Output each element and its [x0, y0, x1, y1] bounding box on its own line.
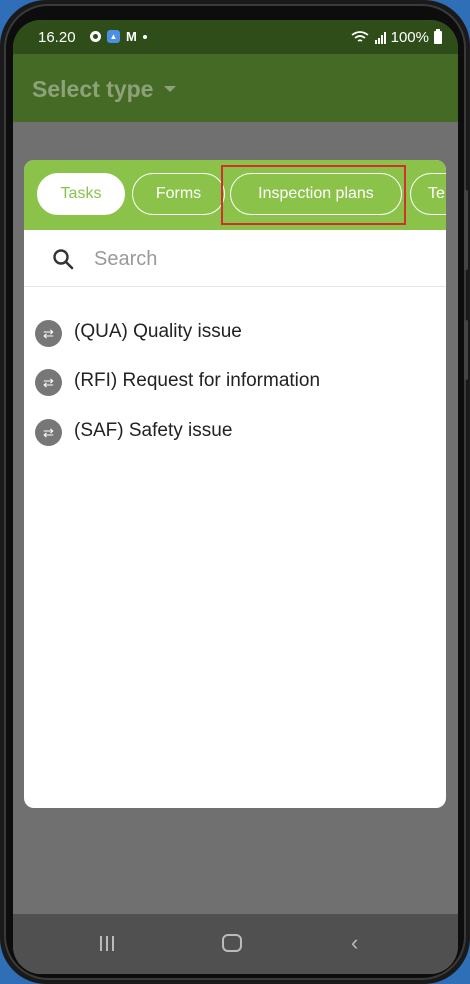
select-type-dropdown[interactable]: Select type — [32, 76, 153, 103]
swap-icon: ⇄ — [35, 419, 62, 446]
app-notification-icon: ▲ — [107, 30, 120, 43]
search-input[interactable] — [94, 246, 424, 272]
item-label: (SAF) Safety issue — [74, 420, 233, 441]
signal-icon — [374, 31, 386, 44]
wifi-icon — [351, 31, 369, 42]
screen: 16.20 ▲ M 100% Select type Tasks Forms I… — [13, 20, 458, 974]
status-bar: 16.20 ▲ M 100% — [13, 20, 458, 54]
phone-shell: 16.20 ▲ M 100% Select type Tasks Forms I… — [0, 0, 470, 984]
battery-text: 100% — [390, 29, 429, 46]
search-row — [24, 230, 446, 287]
swap-icon: ⇄ — [35, 320, 62, 347]
type-picker-dialog: Tasks Forms Inspection plans Te ⇄ (QUA) … — [24, 160, 446, 808]
status-right: 100% — [351, 29, 442, 46]
volume-button — [464, 190, 468, 270]
app-bar: Select type — [13, 54, 458, 122]
more-notifications-icon — [142, 34, 147, 39]
item-label: (QUA) Quality issue — [74, 321, 242, 342]
search-icon — [53, 249, 74, 270]
list-item[interactable]: ⇄ (QUA) Quality issue — [24, 308, 446, 356]
highlight-box — [221, 165, 406, 225]
gmail-icon: M — [126, 29, 137, 44]
back-icon[interactable]: ‹ — [351, 930, 358, 956]
caret-down-icon[interactable] — [164, 86, 176, 92]
tabs-bar: Tasks Forms Inspection plans Te — [24, 160, 446, 230]
swap-icon: ⇄ — [35, 369, 62, 396]
navigation-bar: ‹ — [13, 914, 458, 974]
tab-tasks[interactable]: Tasks — [37, 173, 125, 215]
item-label: (RFI) Request for information — [74, 370, 321, 391]
tab-te[interactable]: Te — [410, 173, 446, 215]
tab-forms[interactable]: Forms — [132, 173, 225, 215]
battery-icon — [434, 29, 442, 44]
power-button — [464, 320, 468, 380]
list-item[interactable]: ⇄ (SAF) Safety issue — [24, 407, 446, 455]
status-time: 16.20 — [38, 29, 76, 46]
home-icon[interactable] — [222, 934, 242, 952]
list-item[interactable]: ⇄ (RFI) Request for information — [24, 357, 446, 405]
settings-icon — [90, 31, 101, 42]
notification-icons: ▲ M — [90, 29, 147, 44]
recent-apps-icon[interactable] — [100, 936, 114, 951]
